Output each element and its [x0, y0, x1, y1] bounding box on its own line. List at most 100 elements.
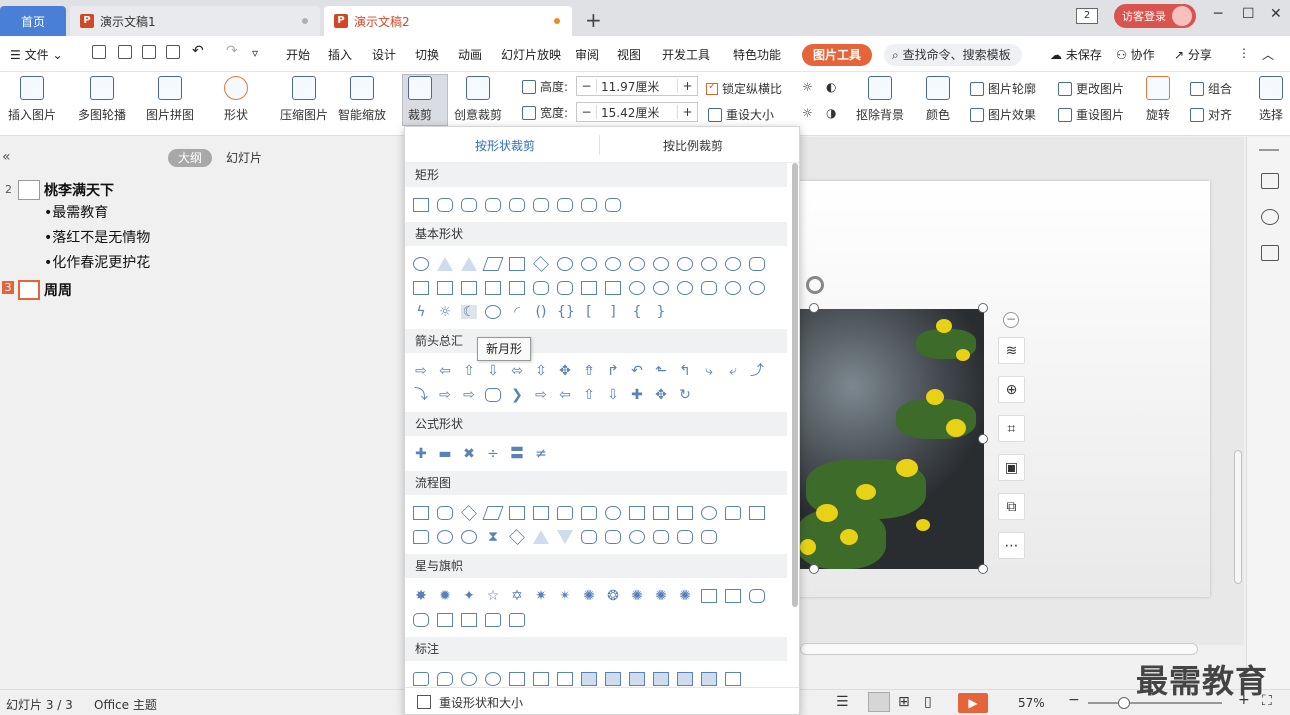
menu-developer[interactable]: 开发工具 — [662, 46, 710, 63]
collapse-panel-icon[interactable]: « — [2, 149, 11, 165]
shape-accent-callout-2[interactable] — [605, 672, 621, 686]
redo-icon[interactable]: ↷ — [226, 43, 238, 59]
customize-icon[interactable]: ▿ — [252, 46, 258, 60]
shape-extract[interactable] — [533, 530, 549, 544]
shape-left-right-up-arrow[interactable]: ⇮ — [581, 364, 597, 378]
picture-float-icon[interactable]: ▣ — [998, 454, 1025, 481]
search-input[interactable]: ⌕ 查找命令、搜索模板 — [884, 44, 1022, 66]
shape-alternate-process[interactable] — [437, 506, 453, 520]
shape-32-point-star[interactable]: ✺ — [677, 589, 693, 603]
shape-lightning[interactable]: ϟ — [413, 305, 429, 319]
dropdown-scrollbar[interactable] — [791, 163, 799, 683]
shape-decision[interactable] — [461, 505, 477, 521]
shape-rounded-callout[interactable] — [437, 672, 453, 686]
collapse-ribbon-icon[interactable]: ︿ — [1262, 46, 1274, 63]
shape-up-arrow[interactable]: ⇧ — [461, 364, 477, 378]
pdf-float-icon[interactable]: ⧉ — [998, 493, 1025, 520]
shape-down-arrow-callout[interactable]: ⇩ — [605, 388, 621, 402]
shape-multidocument[interactable] — [581, 506, 597, 520]
layers-icon[interactable]: ≋ — [998, 337, 1025, 364]
shape-plus-sign[interactable]: ✚ — [413, 447, 429, 461]
shape-right-arrow-callout[interactable]: ⇨ — [533, 388, 549, 402]
share-button[interactable]: ↗ 分享 — [1174, 46, 1212, 63]
shape-6-point-star[interactable]: ✡ — [509, 589, 525, 603]
shape-can[interactable] — [557, 281, 573, 295]
drag-handle[interactable] — [1259, 149, 1279, 151]
shape-snip-rect[interactable] — [509, 198, 525, 212]
contrast-down-icon[interactable]: ◑ — [826, 106, 836, 120]
shape-4-point-star[interactable]: ✦ — [461, 589, 477, 603]
picture-outline-button[interactable]: 图片轮廓 — [970, 80, 1036, 97]
shape-summing-junction[interactable] — [437, 530, 453, 544]
shape-round-rect[interactable] — [581, 198, 597, 212]
color-button[interactable]: 颜色 — [926, 76, 950, 123]
shape-half-frame[interactable] — [437, 281, 453, 295]
shape-down-arrow[interactable]: ⇩ — [485, 364, 501, 378]
play-icon[interactable]: ▶ — [958, 693, 988, 713]
decrease-icon[interactable]: − — [577, 79, 597, 93]
shape-decagon[interactable] — [653, 257, 669, 271]
menu-design[interactable]: 设计 — [372, 46, 396, 63]
increase-icon[interactable]: + — [677, 105, 697, 119]
shape-data[interactable] — [482, 506, 504, 520]
shape-cloud[interactable] — [485, 305, 501, 319]
shape-sun[interactable]: ☼ — [437, 305, 453, 319]
shape-triangle[interactable] — [437, 257, 453, 271]
shape-or[interactable] — [461, 530, 477, 544]
shape-up-down-arrow[interactable]: ⇳ — [533, 364, 549, 378]
shape-pentagon[interactable] — [557, 257, 573, 271]
tab-crop-by-shape[interactable]: 按形状裁剪 — [475, 137, 535, 154]
shape-l-shape[interactable] — [461, 281, 477, 295]
shape-manual-operation[interactable] — [677, 506, 693, 520]
save-icon[interactable] — [92, 45, 106, 59]
shape-teardrop[interactable] — [749, 257, 765, 271]
zoom-value[interactable]: 57% — [1018, 696, 1045, 710]
window-count-badge[interactable]: 2 — [1076, 8, 1098, 24]
compress-button[interactable]: 压缩图片 — [280, 76, 328, 123]
shape-display[interactable] — [701, 530, 717, 544]
shape-sequential-access[interactable] — [629, 530, 645, 544]
shape-right-bracket[interactable]: ] — [605, 305, 621, 319]
menu-transition[interactable]: 切换 — [415, 46, 439, 63]
shape-sort[interactable] — [509, 529, 525, 545]
shape-bevel[interactable] — [605, 281, 621, 295]
shape-explosion-2[interactable]: ✹ — [437, 589, 453, 603]
menu-file[interactable]: ☰ 文件 ⌄ — [10, 46, 63, 63]
shape-left-brace[interactable]: { — [629, 305, 645, 319]
shape-bracket-pair[interactable]: () — [533, 305, 549, 319]
shape-donut[interactable] — [629, 281, 645, 295]
shape-10-point-star[interactable]: ✺ — [581, 589, 597, 603]
undo-icon[interactable]: ↶ — [192, 43, 204, 59]
shape-snip-rect[interactable] — [485, 198, 501, 212]
shape-chord[interactable] — [725, 257, 741, 271]
shape-brace-pair[interactable]: {} — [557, 305, 575, 319]
insert-picture-button[interactable]: 插入图片 — [8, 76, 56, 123]
shape-plaque[interactable] — [533, 281, 549, 295]
shape-parallelogram[interactable] — [482, 257, 504, 271]
shape-internal-storage[interactable] — [533, 506, 549, 520]
shape-cube[interactable] — [581, 281, 597, 295]
shape-8-point-star[interactable]: ✴ — [557, 589, 573, 603]
shape-rect[interactable] — [413, 198, 429, 212]
sorter-view-icon[interactable]: ⊞ — [898, 694, 910, 710]
height-stepper[interactable]: − 11.97厘米 + — [576, 76, 698, 96]
menu-insert[interactable]: 插入 — [328, 46, 352, 63]
tab-outline[interactable]: 大纲 — [168, 149, 212, 167]
slide-title[interactable]: 周周 — [44, 280, 72, 300]
shape-folded-corner[interactable] — [701, 281, 717, 295]
shape-snip-rect[interactable] — [461, 198, 477, 212]
menu-view[interactable]: 视图 — [617, 46, 641, 63]
more-options-icon[interactable]: ⋯ — [998, 532, 1025, 559]
shape-right-triangle[interactable] — [461, 257, 477, 271]
zoom-out-icon[interactable]: − — [1068, 692, 1080, 708]
shape-manual-input[interactable] — [653, 506, 669, 520]
list-item[interactable]: •化作春泥更护花 — [44, 252, 150, 272]
decrease-icon[interactable]: − — [577, 105, 597, 119]
shape-merge[interactable] — [557, 530, 573, 544]
tab-close-dot[interactable] — [302, 18, 308, 24]
format-painter-icon[interactable] — [118, 45, 132, 59]
shape-minus-sign[interactable]: ▬ — [437, 447, 453, 461]
shape-circular-arrow[interactable]: ↻ — [677, 388, 693, 402]
new-tab-icon[interactable]: + — [585, 8, 602, 32]
properties-icon[interactable] — [1261, 173, 1279, 189]
